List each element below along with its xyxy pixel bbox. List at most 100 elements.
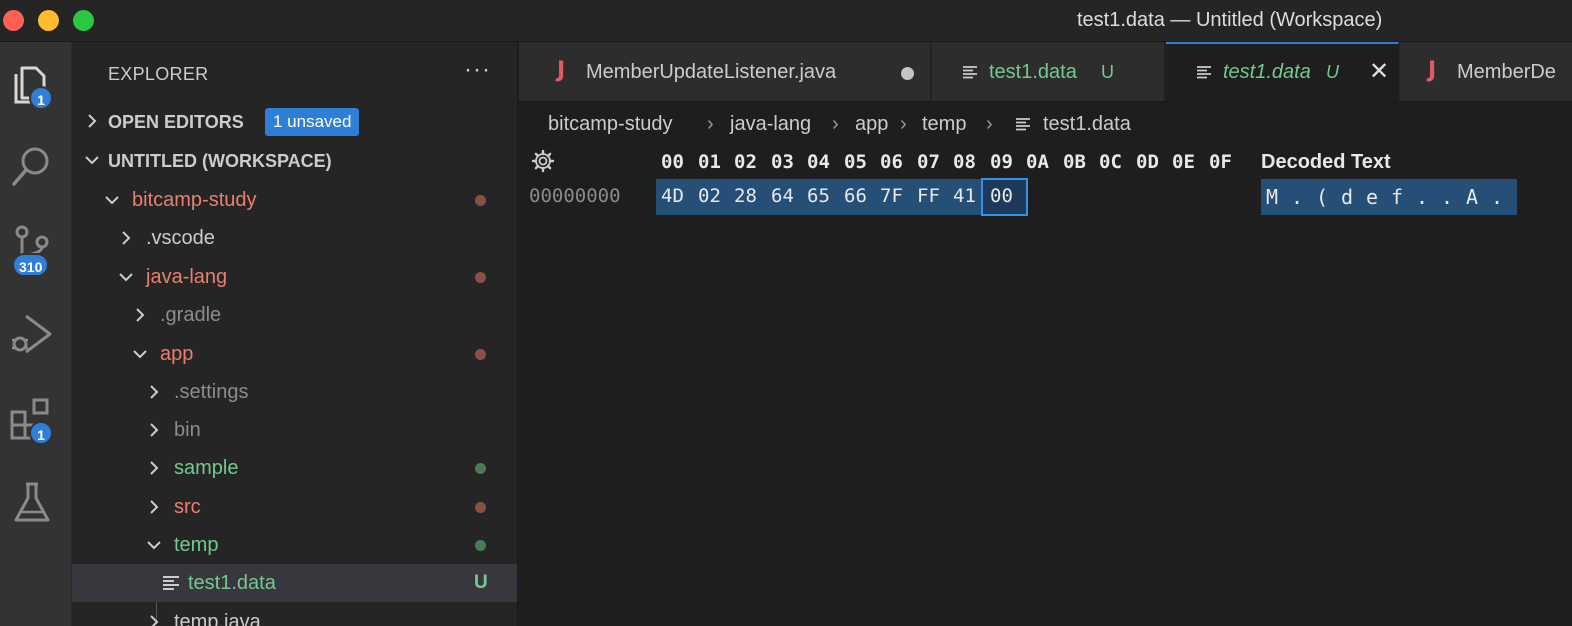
untracked-dot <box>475 463 486 474</box>
file-lines-icon <box>1197 66 1211 79</box>
tree-item-vscode[interactable]: .vscode <box>72 219 517 257</box>
decoded-char[interactable]: . <box>1291 185 1303 209</box>
tree-item-app[interactable]: app <box>72 335 517 373</box>
untracked-dot <box>475 540 486 551</box>
tab-test1-data[interactable]: test1.data U <box>932 42 1165 101</box>
testing-flask-icon[interactable] <box>8 478 56 526</box>
open-editors-section[interactable]: OPEN EDITORS 1 unsaved <box>72 104 517 140</box>
tree-item-label: test1.data <box>188 572 276 594</box>
hex-byte[interactable]: 7F <box>880 185 903 207</box>
workspace-section[interactable]: UNTITLED (WORKSPACE) <box>72 143 517 179</box>
sidebar-title: EXPLORER <box>108 64 209 84</box>
decoded-char[interactable]: M <box>1266 185 1278 209</box>
tab-label: test1.data <box>1223 61 1311 83</box>
decoded-text-header: Decoded Text <box>1261 151 1391 173</box>
column-header: 07 <box>917 151 940 173</box>
column-header: 0D <box>1136 151 1159 173</box>
tree-item-bitcamp-study[interactable]: bitcamp-study <box>72 181 517 219</box>
tree-item-label: .vscode <box>146 227 215 249</box>
hex-byte[interactable]: 64 <box>771 185 794 207</box>
tab-test1-data-active[interactable]: test1.data U ✕ <box>1166 42 1399 101</box>
tab-label: MemberDe <box>1457 61 1556 83</box>
run-debug-icon[interactable] <box>8 310 56 358</box>
tree-item-label: temp <box>174 534 219 556</box>
decoded-char[interactable]: e <box>1366 185 1378 209</box>
extensions-badge: 1 <box>29 421 53 445</box>
breadcrumb-separator: › <box>900 113 907 135</box>
tree-item-temp[interactable]: temp <box>72 526 517 564</box>
chevron-right-icon <box>150 500 159 514</box>
decoded-char[interactable]: . <box>1416 185 1428 209</box>
unsaved-dot-icon[interactable] <box>901 67 914 80</box>
decoded-char[interactable]: A <box>1466 185 1478 209</box>
column-header: 0F <box>1209 151 1232 173</box>
decoded-char[interactable]: . <box>1491 185 1503 209</box>
title-bar: test1.data — Untitled (Workspace) <box>0 0 1572 42</box>
breadcrumb-item[interactable]: test1.data <box>1043 113 1131 136</box>
tab-member-update-listener[interactable]: J MemberUpdateListener.java <box>519 42 931 101</box>
breadcrumb-item[interactable]: app <box>855 113 888 136</box>
modified-dot <box>475 272 486 283</box>
tree-item-label: bin <box>174 419 201 441</box>
decoded-char[interactable]: d <box>1341 185 1353 209</box>
close-icon[interactable]: ✕ <box>1369 57 1389 86</box>
modified-dot <box>475 195 486 206</box>
hex-byte[interactable]: 28 <box>734 185 757 207</box>
java-file-icon: J <box>557 58 566 83</box>
explorer-badge: 1 <box>29 86 53 110</box>
breadcrumb-item[interactable]: java-lang <box>730 113 811 136</box>
chevron-down-icon <box>147 541 161 550</box>
more-actions-button[interactable]: ··· <box>464 56 491 84</box>
untracked-marker: U <box>474 572 488 593</box>
tree-item-label: sample <box>174 457 239 479</box>
tree-item-gradle[interactable]: .gradle <box>72 296 517 334</box>
tab-label: MemberUpdateListener.java <box>586 61 837 83</box>
decoded-char[interactable]: ( <box>1316 185 1328 209</box>
tree-item-bin[interactable]: bin <box>72 411 517 449</box>
tree-item-settings[interactable]: .settings <box>72 373 517 411</box>
decoded-char[interactable]: f <box>1391 185 1403 209</box>
hex-byte[interactable]: 66 <box>844 185 867 207</box>
tree-item-temp-java[interactable]: temp.java <box>72 603 517 626</box>
column-header: 02 <box>734 151 757 173</box>
decoded-char[interactable]: . <box>1441 185 1453 209</box>
search-icon[interactable] <box>8 142 56 190</box>
workspace-label: UNTITLED (WORKSPACE) <box>108 151 332 171</box>
hex-byte[interactable]: 02 <box>698 185 721 207</box>
chevron-right-icon <box>122 231 131 245</box>
tree-item-test1-data[interactable]: test1.data U <box>72 564 517 602</box>
tab-label: test1.data <box>989 61 1077 83</box>
gear-icon[interactable] <box>531 149 555 173</box>
breadcrumb-item[interactable]: bitcamp-study <box>548 113 673 136</box>
breadcrumb-separator: › <box>832 113 839 135</box>
file-lines-icon <box>1016 118 1030 131</box>
tree-item-label: java-lang <box>146 266 228 288</box>
tab-member-de[interactable]: J MemberDe <box>1400 42 1572 101</box>
open-editors-label: OPEN EDITORS <box>108 112 244 132</box>
hex-byte-focused[interactable]: 00 <box>990 185 1013 207</box>
breadcrumb-item[interactable]: temp <box>922 113 966 136</box>
maximize-window-button[interactable] <box>73 10 94 31</box>
close-window-button[interactable] <box>3 10 24 31</box>
activity-bar: 1 310 1 <box>0 42 72 626</box>
column-header: 04 <box>807 151 830 173</box>
chevron-right-icon <box>150 461 159 475</box>
chevron-down-icon <box>133 350 147 359</box>
hex-byte[interactable]: 4D <box>661 185 684 207</box>
source-control-badge: 310 <box>12 253 50 277</box>
tree-item-java-lang[interactable]: java-lang <box>72 258 517 296</box>
row-offset: 00000000 <box>529 185 621 207</box>
minimize-window-button[interactable] <box>38 10 59 31</box>
hex-byte[interactable]: 65 <box>807 185 830 207</box>
unsaved-badge: 1 unsaved <box>265 108 360 136</box>
tree-item-src[interactable]: src <box>72 488 517 526</box>
tree-item-sample[interactable]: sample <box>72 449 517 487</box>
hex-editor: 00 01 02 03 04 05 06 07 08 09 0A 0B 0C 0… <box>519 140 1572 626</box>
tree-item-label: bitcamp-study <box>132 189 257 211</box>
hex-byte[interactable]: 41 <box>953 185 976 207</box>
modified-dot <box>475 349 486 360</box>
column-header: 08 <box>953 151 976 173</box>
column-header: 0E <box>1172 151 1195 173</box>
hex-byte[interactable]: FF <box>917 185 940 207</box>
chevron-down-icon <box>105 196 119 205</box>
